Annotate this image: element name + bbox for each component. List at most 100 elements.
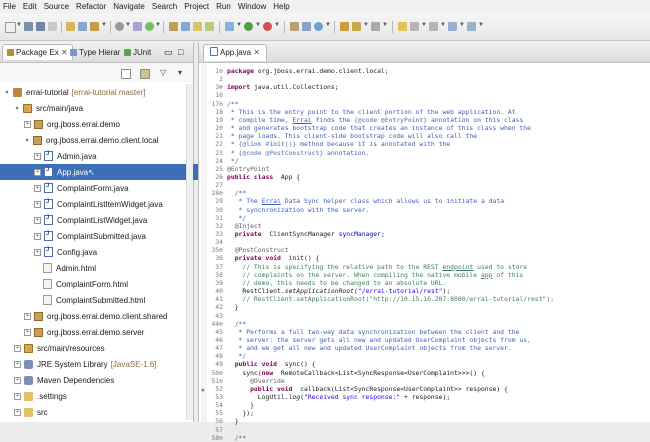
collapse-twisty-icon[interactable]: + (34, 216, 41, 224)
ant-icon[interactable] (169, 22, 178, 31)
debug-config-icon[interactable] (78, 22, 87, 31)
menu-source[interactable]: Source (41, 0, 73, 14)
code-line: 51⊖ @Override (199, 377, 650, 385)
expand-twisty-icon[interactable]: ▾ (14, 105, 20, 112)
code-token: @PostConstruct (227, 246, 289, 255)
tree-item[interactable]: + org.jboss.errai.demo.server (0, 324, 210, 340)
forward-icon[interactable] (467, 22, 476, 31)
menu-window[interactable]: Window (235, 0, 270, 14)
code-text: sync(new RemoteCallback<List<SyncRespons… (227, 369, 484, 377)
code-token: * This is the entry point to the client … (227, 107, 516, 116)
collapse-twisty-icon[interactable]: + (14, 408, 21, 416)
menu-help[interactable]: Help (270, 0, 293, 14)
tab-app-java[interactable]: App.java ✕ (203, 44, 268, 61)
view-menu-icon[interactable]: ▽ (160, 69, 168, 77)
tree-item[interactable]: + .settings (0, 388, 200, 404)
link-with-editor-icon[interactable] (140, 69, 150, 79)
close-icon[interactable]: ✕ (61, 48, 68, 57)
code-line: 33 private ClientSyncManager syncManager… (199, 230, 650, 238)
collapse-all-icon[interactable] (121, 69, 131, 79)
server-icon[interactable] (115, 22, 124, 31)
collapse-twisty-icon[interactable]: + (24, 312, 31, 320)
menu-file[interactable]: File (0, 0, 20, 14)
tree-item[interactable]: + src/main/resources (0, 340, 200, 356)
collapse-twisty-icon[interactable]: + (34, 200, 41, 208)
menu-navigate[interactable]: Navigate (110, 0, 149, 14)
collapse-twisty-icon[interactable]: + (34, 152, 41, 160)
view-menu-chevron-icon[interactable]: ▾ (178, 69, 186, 77)
tree-item[interactable]: + org.jboss.errai.demo (0, 116, 210, 132)
tab-junit[interactable]: JUnit (124, 45, 151, 60)
code-line: 52 ▲ public void callback(List<SyncRespon… (199, 385, 650, 393)
open-type-icon[interactable] (340, 22, 349, 31)
collapse-twisty-icon[interactable]: + (24, 328, 31, 336)
code-text: * and we get all new and updated UserCom… (227, 344, 512, 352)
code-line: 28⊖ /** (199, 189, 650, 197)
line-number: 29 (215, 197, 223, 206)
tree-item[interactable]: + src (0, 404, 200, 420)
tree-item[interactable]: ▾ src/main/java (0, 100, 200, 116)
code-line: 53 LogUtil.log("Received sync response:"… (199, 393, 650, 401)
collapse-twisty-icon[interactable]: + (14, 376, 21, 384)
collapse-twisty-icon[interactable]: + (34, 232, 41, 240)
collapse-twisty-icon[interactable]: + (34, 184, 41, 192)
minimize-icon[interactable]: ▭ (164, 45, 173, 60)
menu-project[interactable]: Project (181, 0, 213, 14)
close-icon[interactable]: ✕ (253, 48, 260, 57)
menu-refactor[interactable]: Refactor (73, 0, 110, 14)
tab-package-explorer[interactable]: Package Ex ✕ (2, 44, 73, 60)
maximize-icon[interactable]: □ (178, 45, 183, 60)
toggle-mark-icon[interactable] (371, 22, 380, 31)
tab-type-hierarchy[interactable]: Type Hierar (70, 45, 120, 60)
expand-twisty-icon[interactable]: ▾ (4, 89, 10, 96)
collapse-twisty-icon[interactable]: + (34, 168, 41, 176)
new-java-project-icon[interactable] (290, 22, 299, 31)
project-icon (13, 87, 22, 97)
stop-icon[interactable] (263, 22, 272, 31)
override-marker-icon[interactable]: ▲ (201, 386, 207, 393)
line-number: 57 (215, 425, 223, 434)
tree-item[interactable]: + Maven Dependencies (0, 372, 200, 388)
code-line: 20 * and generates bootstrap code that c… (199, 124, 650, 132)
line-number: 45 (215, 327, 223, 336)
menu-search[interactable]: Search (149, 0, 181, 14)
search-icon[interactable] (352, 22, 361, 31)
collapse-twisty-icon[interactable]: + (24, 120, 31, 128)
tree-item[interactable]: ▾ org.jboss.errai.demo.client.local (0, 132, 210, 148)
page-icon[interactable] (205, 22, 214, 31)
back-icon[interactable] (448, 22, 457, 31)
tree-vertical-scrollbar[interactable] (186, 84, 193, 420)
new-class-icon[interactable] (314, 22, 323, 31)
code-editor: App.java ✕ 1⊖ package org.jboss.errai.dem… (198, 42, 650, 442)
build-icon[interactable] (90, 22, 99, 31)
open-task-icon[interactable] (66, 22, 75, 31)
tree-item[interactable]: + org.jboss.errai.demo.client.shared (0, 308, 210, 324)
new-package-icon[interactable] (302, 22, 311, 31)
run-icon[interactable] (244, 22, 253, 31)
annotation-next-icon[interactable] (410, 22, 419, 31)
collapse-twisty-icon[interactable]: + (14, 344, 21, 352)
debug-icon[interactable] (225, 22, 234, 31)
menu-edit[interactable]: Edit (20, 0, 41, 14)
collapse-twisty-icon[interactable]: + (14, 392, 21, 400)
menu-run[interactable]: Run (213, 0, 235, 14)
tree-item-label: JRE System Library (37, 359, 108, 369)
tree-item[interactable]: + JRE System Library [JavaSE-1.6] (0, 356, 200, 372)
gwt-icon[interactable] (181, 22, 190, 31)
code-text: @Inject (227, 222, 262, 230)
save-icon[interactable] (24, 22, 33, 31)
check-icon[interactable] (145, 22, 154, 31)
line-number: 58⊖ (211, 433, 223, 442)
annotation-prev-icon[interactable] (429, 22, 438, 31)
print-icon[interactable] (48, 22, 57, 31)
save-all-icon[interactable] (36, 22, 45, 31)
expand-twisty-icon[interactable]: ▾ (24, 137, 30, 144)
tree-item[interactable]: ▾ errai-tutorial [errai-tutorial master] (0, 84, 190, 100)
new-dropdown-icon[interactable]: ▼ (16, 22, 22, 28)
collapse-twisty-icon[interactable]: + (14, 360, 21, 368)
collapse-twisty-icon[interactable]: + (34, 248, 41, 256)
jar-export-icon[interactable] (133, 22, 142, 31)
pin-icon[interactable] (398, 22, 407, 31)
template-icon[interactable] (193, 22, 202, 31)
new-icon[interactable] (5, 22, 16, 33)
